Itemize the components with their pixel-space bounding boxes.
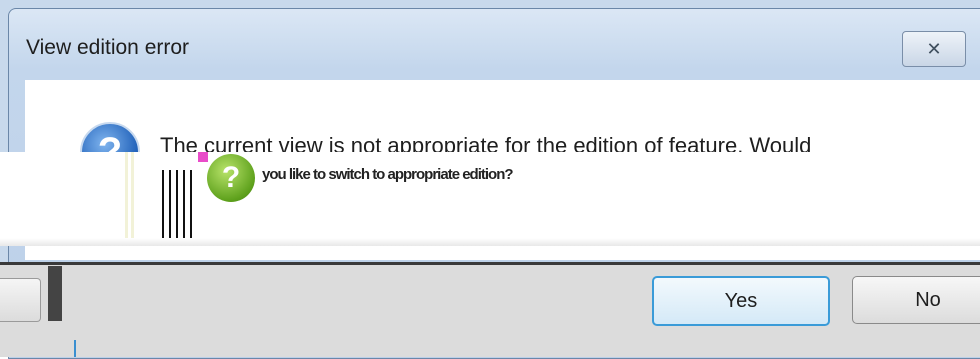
partial-button-left[interactable] — [0, 278, 41, 322]
button-strip — [0, 265, 980, 357]
focus-caret — [74, 340, 76, 357]
artifact-stripes — [125, 152, 135, 246]
artifact-shadow — [0, 238, 980, 246]
close-icon: ✕ — [926, 38, 942, 59]
close-button[interactable]: ✕ — [902, 31, 966, 67]
dialog-title: View edition error — [26, 36, 190, 59]
no-button[interactable]: No — [852, 276, 980, 324]
green-question-icon: ? — [207, 154, 255, 202]
artifact-black-stripes — [162, 170, 192, 246]
render-artifact-band: ? you like to switch to appropriate edit… — [0, 152, 980, 246]
artifact-dark-bar — [48, 266, 62, 321]
yes-button[interactable]: Yes — [652, 276, 830, 326]
artifact-garbled-text: you like to switch to appropriate editio… — [262, 166, 514, 183]
artifact-pink-block — [198, 152, 208, 162]
